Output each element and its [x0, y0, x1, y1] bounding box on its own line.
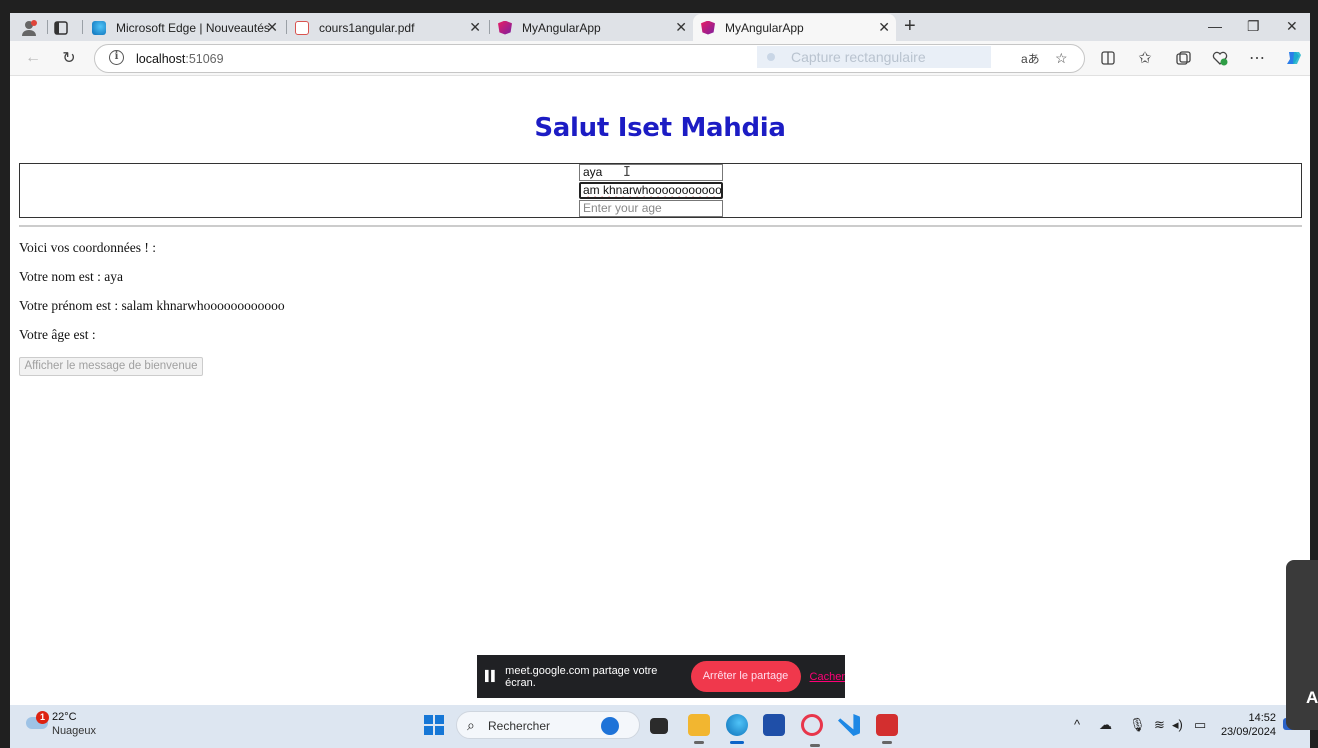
text-cursor-icon: I [623, 165, 631, 180]
edge-taskbar-icon[interactable] [726, 714, 748, 744]
tab-edge-whats-new[interactable]: Microsoft Edge | Nouveautés ✕ [84, 14, 284, 41]
divider [19, 225, 1302, 227]
age-input[interactable]: Enter your age [579, 200, 723, 217]
tab-myangularapp-1[interactable]: MyAngularApp ✕ [490, 14, 693, 41]
intro-text: Voici vos coordonnées ! : [19, 240, 156, 255]
page-content: Salut Iset Mahdia aya I am khnarwhoooooo… [10, 77, 1310, 705]
search-placeholder: Rechercher [488, 719, 551, 733]
nom-text: Votre nom est : aya [19, 269, 123, 284]
close-tab-icon[interactable]: ✕ [469, 19, 481, 36]
tab-pdf[interactable]: cours1angular.pdf ✕ [287, 14, 487, 41]
temperature: 22°C [52, 711, 77, 723]
screen-share-banner: ▌▌ meet.google.com partage votre écran. … [477, 655, 845, 698]
navigation-bar: ← ↻ i localhost:51069 Capture rectangula… [10, 41, 1310, 76]
close-tab-icon[interactable]: ✕ [266, 19, 278, 36]
tab-title: MyAngularApp [725, 20, 804, 35]
hide-link[interactable]: Cacher [810, 671, 845, 683]
tab-title: cours1angular.pdf [319, 20, 415, 35]
nom-input[interactable]: aya [579, 164, 723, 181]
vscode-icon[interactable] [838, 714, 860, 736]
acrobat-icon[interactable] [876, 714, 898, 744]
date: 23/09/2024 [1220, 726, 1276, 738]
copilot-icon[interactable] [1283, 47, 1305, 69]
search-icon: ⌕ [467, 717, 475, 733]
angular-icon [498, 20, 512, 35]
collections-icon[interactable] [1172, 47, 1194, 69]
task-view-icon[interactable] [650, 718, 668, 734]
pdf-icon [295, 20, 309, 35]
tab-title: MyAngularApp [522, 20, 601, 35]
tab-myangularapp-2[interactable]: MyAngularApp ✕ [693, 14, 896, 41]
tab-title: Microsoft Edge | Nouveautés [116, 20, 270, 35]
edge-icon [92, 20, 106, 35]
side-panel-overlay[interactable]: A [1286, 560, 1318, 730]
file-explorer-icon[interactable] [688, 714, 710, 744]
search-highlight-icon [601, 717, 619, 735]
weather-condition: Nuageux [52, 725, 97, 737]
more-options-icon[interactable]: ⋯ [1246, 47, 1268, 69]
minimize-icon[interactable]: — [1208, 18, 1222, 34]
weather-badge: 1 [36, 711, 49, 724]
volume-icon[interactable]: ◂) [1172, 717, 1183, 733]
capture-overlay: Capture rectangulaire [757, 46, 991, 68]
microphone-icon[interactable]: 🎙 [1129, 717, 1146, 733]
close-tab-icon[interactable]: ✕ [675, 19, 687, 36]
wifi-icon[interactable]: ≋ [1154, 717, 1165, 733]
restore-icon[interactable]: ❐ [1247, 18, 1260, 35]
onedrive-icon[interactable]: ☁ [1099, 717, 1112, 733]
site-info-icon[interactable]: i [109, 50, 124, 65]
angular-icon [701, 20, 715, 35]
refresh-icon[interactable]: ↻ [58, 47, 80, 69]
store-icon[interactable] [763, 714, 785, 736]
taskbar-search[interactable]: ⌕ Rechercher [456, 711, 640, 739]
url-text: localhost:51069 [136, 52, 224, 66]
tab-actions-icon[interactable] [50, 17, 72, 39]
browser-window: Microsoft Edge | Nouveautés ✕ cours1angu… [10, 13, 1310, 705]
age-text: Votre âge est : [19, 327, 96, 342]
favorites-icon[interactable]: ✩ [1134, 47, 1156, 69]
prenom-input[interactable]: am khnarwhoooooooooooo [579, 182, 723, 199]
share-text: meet.google.com partage votre écran. [505, 664, 658, 689]
profile-icon[interactable] [18, 17, 40, 39]
start-windows-icon[interactable] [424, 715, 444, 735]
back-icon[interactable]: ← [22, 47, 44, 69]
time: 14:52 [1248, 712, 1276, 724]
new-tab-button[interactable]: + [904, 15, 916, 38]
welcome-message-button[interactable]: Afficher le message de bienvenue [19, 357, 203, 376]
clock[interactable]: 14:52 23/09/2024 [1220, 711, 1276, 739]
page-title: Salut Iset Mahdia [534, 113, 786, 143]
read-aloud-icon[interactable]: aあ [1021, 50, 1040, 67]
address-bar[interactable]: i localhost:51069 Capture rectangulaire … [94, 44, 1085, 73]
prenom-text: Votre prénom est : salam khnarwhoooooooo… [19, 298, 285, 313]
browser-essentials-icon[interactable] [1209, 47, 1231, 69]
weather-icon[interactable]: 1 [24, 711, 52, 731]
close-tab-icon[interactable]: ✕ [878, 19, 890, 36]
pause-icon[interactable]: ▌▌ [485, 671, 498, 682]
battery-icon[interactable]: ▭ [1194, 717, 1206, 733]
show-hidden-icons[interactable]: ^ [1074, 717, 1080, 732]
tab-strip: Microsoft Edge | Nouveautés ✕ cours1angu… [10, 13, 1310, 41]
favorite-star-icon[interactable]: ☆ [1055, 50, 1068, 67]
taskbar: 1 22°C Nuageux ⌕ Rechercher ^ ☁ 🎙 ≋ ◂) ▭… [10, 705, 1310, 748]
split-screen-icon[interactable] [1097, 47, 1119, 69]
opera-icon[interactable] [801, 714, 823, 747]
close-window-icon[interactable]: ✕ [1286, 18, 1298, 35]
stop-sharing-button[interactable]: Arrêter le partage [690, 661, 801, 692]
side-panel-letter: A [1306, 688, 1318, 707]
